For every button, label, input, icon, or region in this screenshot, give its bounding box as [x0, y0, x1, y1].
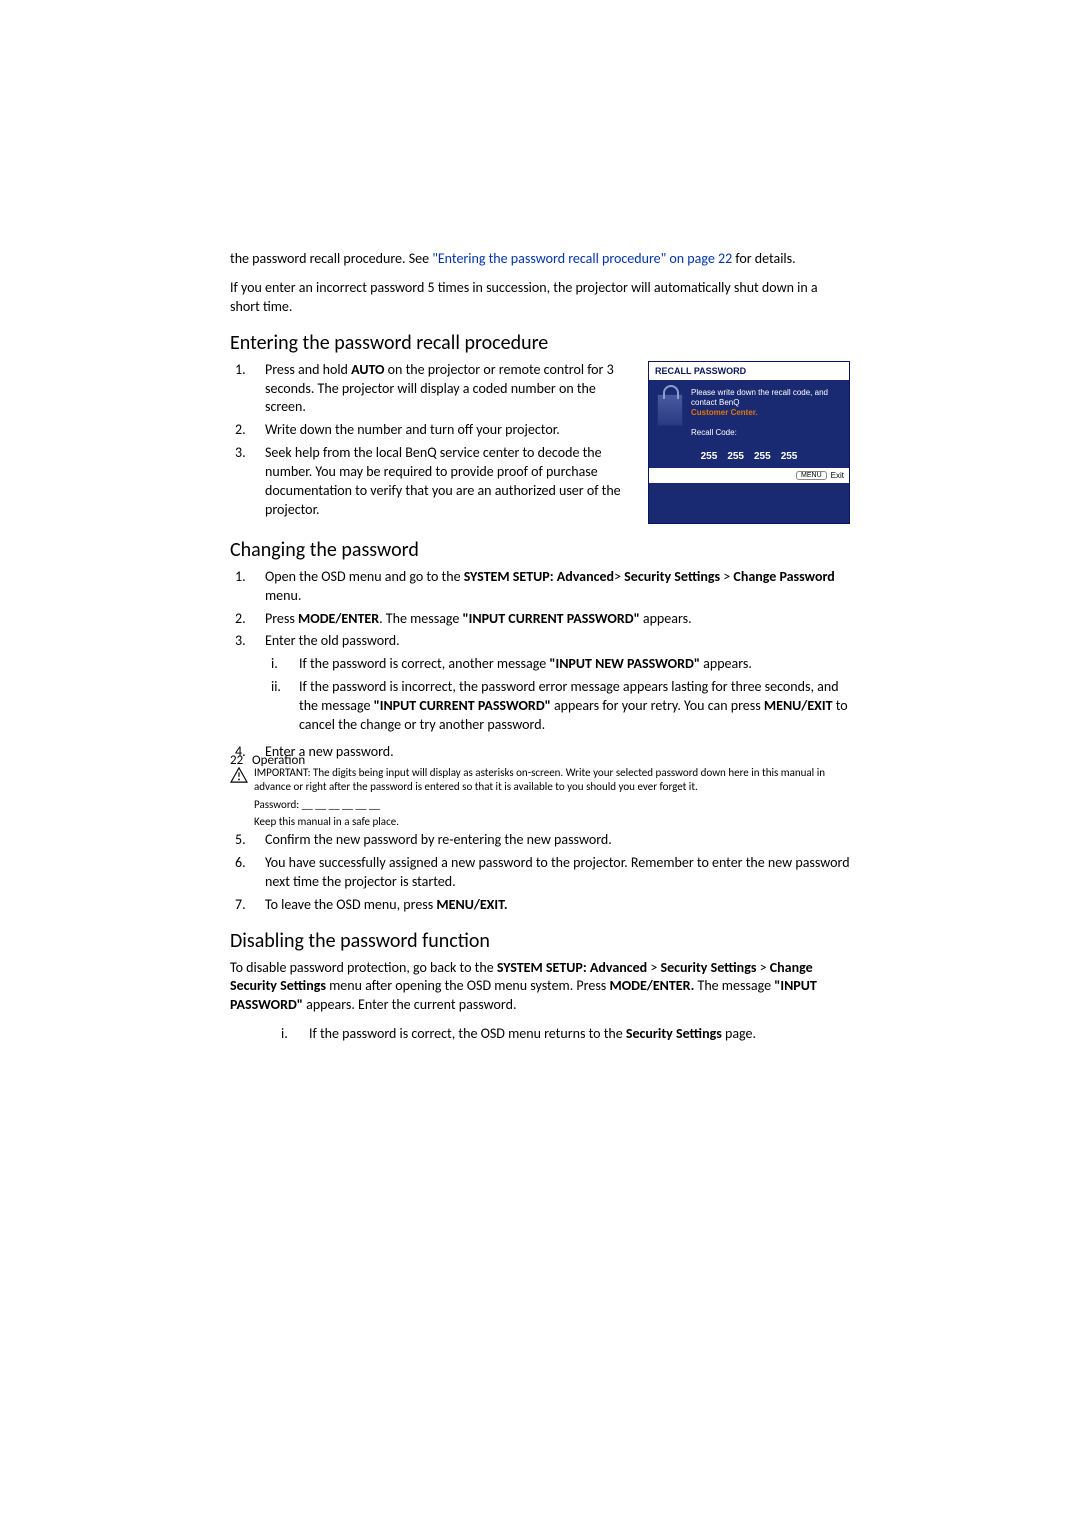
list-item: 1.Press and hold AUTO on the projector o… — [230, 361, 634, 418]
intro-prefix: the password recall procedure. See — [230, 250, 432, 267]
recall-code-value: 255 — [754, 451, 771, 462]
list-item: 2.Write down the number and turn off you… — [230, 421, 634, 440]
recall-code-value: 255 — [701, 451, 718, 462]
menu-button-icon[interactable]: MENU — [796, 471, 827, 480]
lock-icon — [657, 394, 683, 426]
intro-suffix: for details. — [732, 250, 795, 267]
osd-recall-label: Recall Code: — [691, 428, 841, 437]
disabling-paragraph: To disable password protection, go back … — [230, 959, 850, 1016]
heading-recall: Entering the password recall procedure — [230, 331, 850, 355]
disabling-sub: i.If the password is correct, the OSD me… — [275, 1025, 850, 1044]
recall-procedure-link[interactable]: "Entering the password recall procedure"… — [432, 250, 732, 267]
heading-changing: Changing the password — [230, 538, 850, 562]
osd-title: RECALL PASSWORD — [649, 362, 849, 380]
heading-disabling: Disabling the password function — [230, 929, 850, 953]
osd-footer: MENU Exit — [649, 468, 849, 483]
list-item: i.If the password is correct, the OSD me… — [275, 1025, 850, 1044]
page-number: 22 — [230, 753, 243, 768]
intro-cont: the password recall procedure. See "Ente… — [230, 250, 850, 269]
changing-steps-2: 5.Confirm the new password by re-enterin… — [230, 831, 850, 915]
osd-exit-label: Exit — [831, 471, 844, 480]
list-item: 6.You have successfully assigned a new p… — [230, 854, 850, 892]
keep-manual-line: Keep this manual in a safe place. — [230, 815, 850, 829]
password-blank-line: Password: __ __ __ __ __ __ — [230, 798, 850, 812]
recall-code-value: 255 — [781, 451, 798, 462]
list-item: ii.If the password is incorrect, the pas… — [265, 678, 850, 735]
osd-message: Please write down the recall code, and c… — [691, 388, 841, 418]
changing-steps-1: 1.Open the OSD menu and go to the SYSTEM… — [230, 568, 850, 762]
list-item: 3.Seek help from the local BenQ service … — [230, 444, 634, 520]
recall-password-dialog: RECALL PASSWORD Please write down the re… — [648, 361, 850, 524]
osd-recall-codes: 255 255 255 255 — [649, 451, 849, 462]
page-footer: 22 Operation — [230, 753, 305, 768]
recall-steps: 1.Press and hold AUTO on the projector o… — [230, 361, 634, 520]
list-item: 4.Enter a new password. — [230, 743, 850, 762]
intro-warning: If you enter an incorrect password 5 tim… — [230, 279, 850, 317]
list-item: 2.Press MODE/ENTER. The message "INPUT C… — [230, 610, 850, 629]
recall-code-value: 255 — [727, 451, 744, 462]
footer-section: Operation — [252, 753, 305, 768]
list-item: 1.Open the OSD menu and go to the SYSTEM… — [230, 568, 850, 606]
list-item: 3.Enter the old password.i.If the passwo… — [230, 632, 850, 738]
list-item: 7.To leave the OSD menu, press MENU/EXIT… — [230, 896, 850, 915]
list-item: i.If the password is correct, another me… — [265, 655, 850, 674]
important-note: IMPORTANT: The digits being input will d… — [254, 766, 850, 795]
caution-icon — [230, 767, 248, 783]
list-item: 5.Confirm the new password by re-enterin… — [230, 831, 850, 850]
